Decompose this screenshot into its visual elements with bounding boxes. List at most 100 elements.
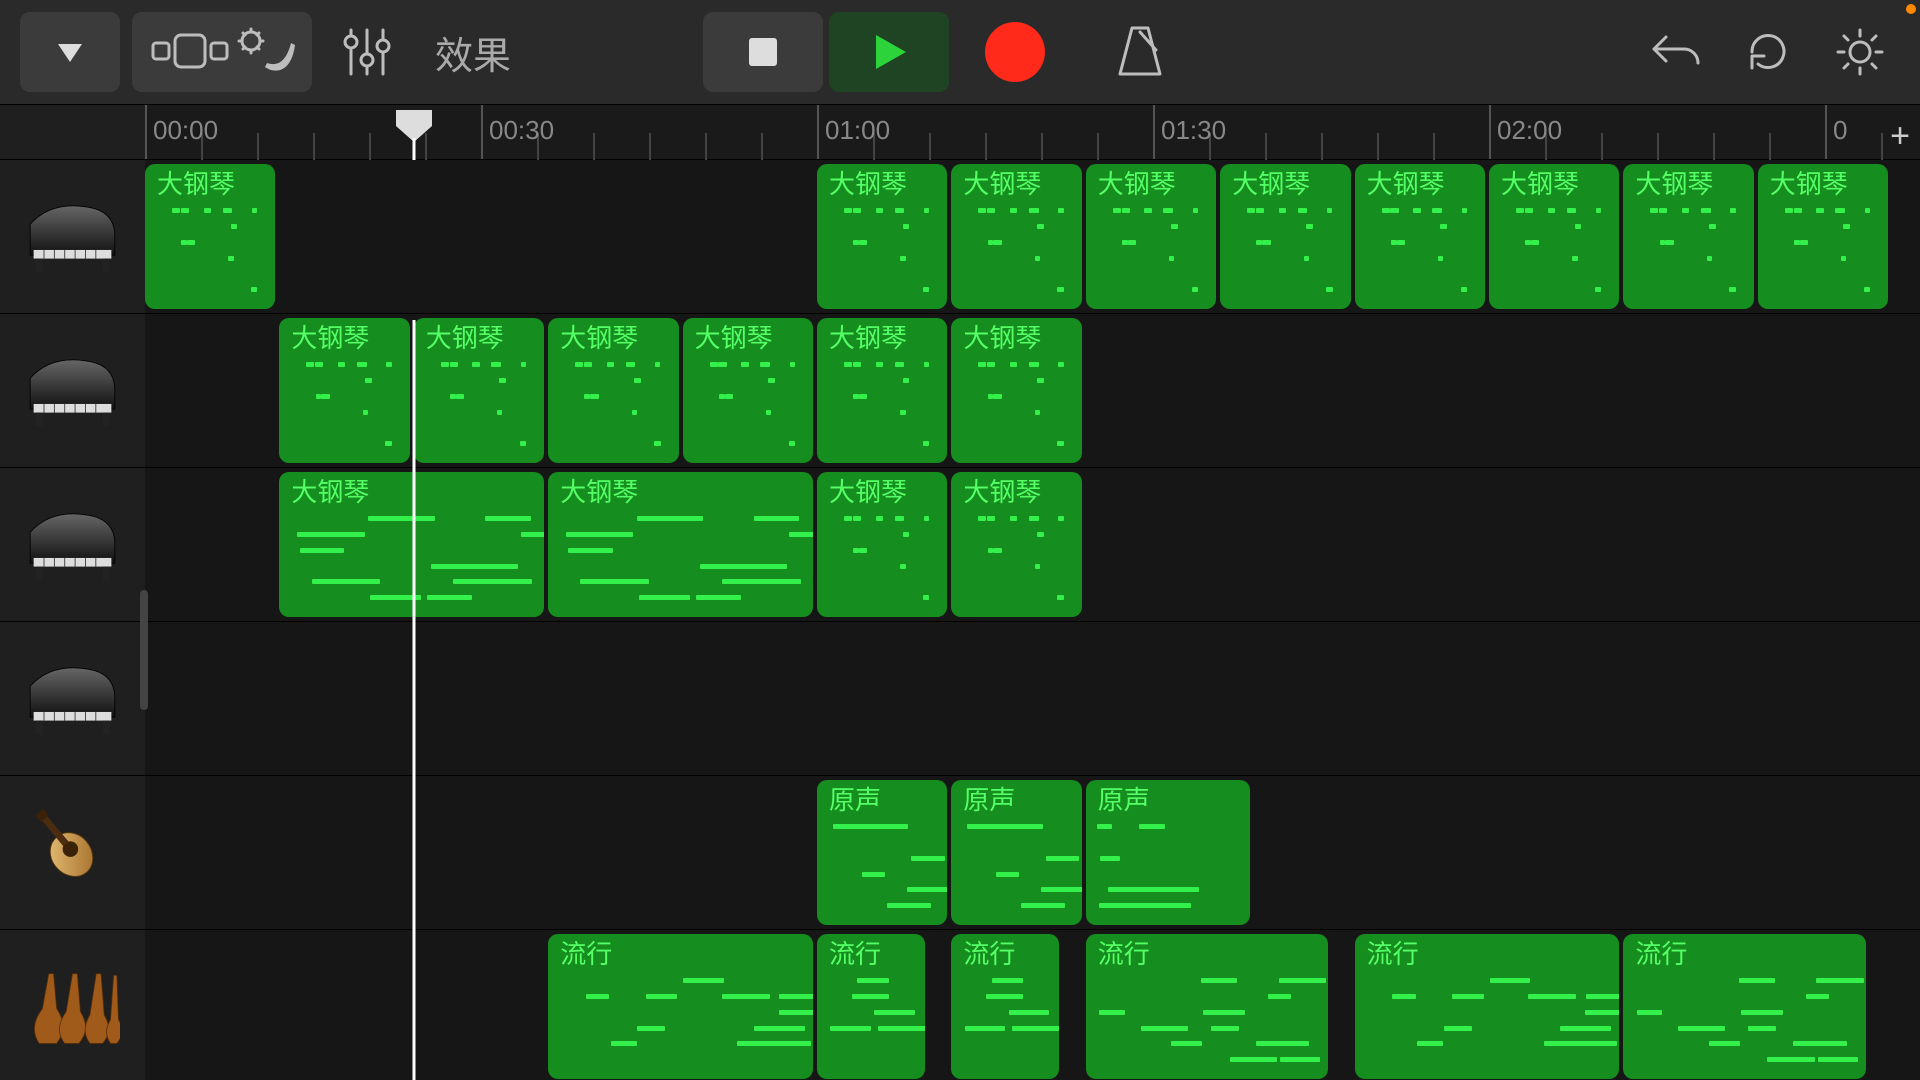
stop-button[interactable] bbox=[703, 12, 823, 92]
guitar-icon bbox=[25, 805, 120, 900]
track-row: 原声原声原声 bbox=[0, 776, 1920, 930]
midi-region[interactable]: 大钢琴 bbox=[683, 318, 813, 463]
region-title: 原声 bbox=[963, 786, 1071, 815]
region-title: 流行 bbox=[560, 940, 803, 969]
midi-region[interactable]: 流行 bbox=[1355, 934, 1620, 1079]
midi-region[interactable]: 大钢琴 bbox=[817, 472, 947, 617]
midi-region[interactable]: 大钢琴 bbox=[1355, 164, 1485, 309]
track-header[interactable] bbox=[0, 468, 145, 621]
region-title: 大钢琴 bbox=[695, 324, 803, 353]
midi-region[interactable]: 大钢琴 bbox=[951, 318, 1081, 463]
top-toolbar: 效果 bbox=[0, 0, 1920, 105]
midi-region[interactable]: 大钢琴 bbox=[1086, 164, 1216, 309]
midi-region[interactable]: 大钢琴 bbox=[951, 472, 1081, 617]
region-title: 大钢琴 bbox=[426, 324, 534, 353]
midi-region[interactable]: 大钢琴 bbox=[548, 318, 678, 463]
ruler-time-label: 01:00 bbox=[825, 115, 890, 146]
region-title: 流行 bbox=[963, 940, 1049, 969]
transport-controls bbox=[703, 12, 1185, 92]
track-header[interactable] bbox=[0, 930, 145, 1080]
piano-icon bbox=[25, 189, 120, 284]
region-title: 大钢琴 bbox=[560, 324, 668, 353]
my-songs-dropdown-button[interactable] bbox=[20, 12, 120, 92]
track-row bbox=[0, 622, 1920, 776]
track-lane[interactable] bbox=[145, 622, 1920, 775]
midi-region[interactable]: 原声 bbox=[817, 780, 947, 925]
midi-region[interactable]: 流行 bbox=[817, 934, 925, 1079]
midi-region[interactable]: 流行 bbox=[951, 934, 1059, 1079]
ruler-time-label: 02:00 bbox=[1497, 115, 1562, 146]
midi-region[interactable]: 大钢琴 bbox=[279, 318, 409, 463]
midi-region[interactable]: 原声 bbox=[951, 780, 1081, 925]
region-title: 大钢琴 bbox=[829, 324, 937, 353]
midi-region[interactable]: 流行 bbox=[1623, 934, 1865, 1079]
track-row: 流行流行流行流行流行流行 bbox=[0, 930, 1920, 1080]
region-title: 流行 bbox=[829, 940, 915, 969]
region-title: 大钢琴 bbox=[1367, 170, 1475, 199]
track-lane[interactable]: 原声原声原声 bbox=[145, 776, 1920, 929]
midi-region[interactable]: 大钢琴 bbox=[279, 472, 544, 617]
piano-icon bbox=[25, 651, 120, 746]
midi-region[interactable]: 大钢琴 bbox=[1220, 164, 1350, 309]
region-title: 大钢琴 bbox=[1232, 170, 1340, 199]
midi-region[interactable]: 大钢琴 bbox=[1758, 164, 1888, 309]
ruler-time-label: 00:00 bbox=[153, 115, 218, 146]
region-title: 原声 bbox=[829, 786, 937, 815]
loop-browser-button[interactable] bbox=[1728, 12, 1808, 92]
region-title: 大钢琴 bbox=[157, 170, 265, 199]
track-header[interactable] bbox=[0, 622, 145, 775]
region-title: 大钢琴 bbox=[1501, 170, 1609, 199]
region-title: 原声 bbox=[1098, 786, 1240, 815]
strings-icon bbox=[25, 959, 120, 1054]
midi-region[interactable]: 大钢琴 bbox=[1623, 164, 1753, 309]
region-title: 大钢琴 bbox=[291, 324, 399, 353]
ruler-time-label: 0 bbox=[1833, 115, 1847, 146]
midi-region[interactable]: 流行 bbox=[1086, 934, 1328, 1079]
track-header-scroll-thumb[interactable] bbox=[140, 590, 148, 710]
region-title: 大钢琴 bbox=[963, 478, 1071, 507]
track-header[interactable] bbox=[0, 314, 145, 467]
add-track-button[interactable]: + bbox=[1890, 117, 1910, 156]
region-title: 流行 bbox=[1367, 940, 1610, 969]
ruler-time-label: 00:30 bbox=[489, 115, 554, 146]
ruler-time-label: 01:30 bbox=[1161, 115, 1226, 146]
undo-button[interactable] bbox=[1636, 12, 1716, 92]
region-title: 大钢琴 bbox=[1770, 170, 1878, 199]
region-title: 大钢琴 bbox=[1098, 170, 1206, 199]
notification-indicator-icon bbox=[1906, 4, 1916, 14]
region-title: 流行 bbox=[1098, 940, 1318, 969]
region-title: 大钢琴 bbox=[829, 478, 937, 507]
region-title: 大钢琴 bbox=[829, 170, 937, 199]
midi-region[interactable]: 大钢琴 bbox=[951, 164, 1081, 309]
midi-region[interactable]: 流行 bbox=[548, 934, 813, 1079]
fx-button[interactable]: 效果 bbox=[425, 12, 521, 92]
play-button[interactable] bbox=[829, 12, 949, 92]
piano-icon bbox=[25, 343, 120, 438]
track-row: 大钢琴大钢琴大钢琴大钢琴大钢琴大钢琴大钢琴大钢琴大钢琴 bbox=[0, 160, 1920, 314]
midi-region[interactable]: 大钢琴 bbox=[817, 318, 947, 463]
record-button[interactable] bbox=[955, 12, 1075, 92]
track-lane[interactable]: 大钢琴大钢琴大钢琴大钢琴 bbox=[145, 468, 1920, 621]
midi-region[interactable]: 大钢琴 bbox=[145, 164, 275, 309]
track-header[interactable] bbox=[0, 160, 145, 313]
midi-region[interactable]: 大钢琴 bbox=[817, 164, 947, 309]
midi-region[interactable]: 大钢琴 bbox=[548, 472, 813, 617]
midi-region[interactable]: 大钢琴 bbox=[1489, 164, 1619, 309]
metronome-button[interactable] bbox=[1095, 12, 1185, 92]
region-title: 大钢琴 bbox=[963, 170, 1071, 199]
region-title: 流行 bbox=[1635, 940, 1855, 969]
midi-region[interactable]: 原声 bbox=[1086, 780, 1250, 925]
track-header[interactable] bbox=[0, 776, 145, 929]
timeline-ruler-row: + 00:00 00:30 01:00 01:30 02:00 0 bbox=[0, 105, 1920, 160]
track-lane[interactable]: 大钢琴大钢琴大钢琴大钢琴大钢琴大钢琴大钢琴大钢琴大钢琴 bbox=[145, 160, 1920, 313]
midi-region[interactable]: 大钢琴 bbox=[414, 318, 544, 463]
settings-button[interactable] bbox=[1820, 12, 1900, 92]
region-title: 大钢琴 bbox=[560, 478, 803, 507]
region-title: 大钢琴 bbox=[1635, 170, 1743, 199]
piano-icon bbox=[25, 497, 120, 592]
track-lane[interactable]: 流行流行流行流行流行流行 bbox=[145, 930, 1920, 1080]
timeline-ruler[interactable]: + 00:00 00:30 01:00 01:30 02:00 0 bbox=[145, 105, 1920, 159]
mixer-button[interactable] bbox=[324, 12, 409, 92]
track-lane[interactable]: 大钢琴大钢琴大钢琴大钢琴大钢琴大钢琴 bbox=[145, 314, 1920, 467]
tracks-view-button[interactable] bbox=[132, 12, 312, 92]
